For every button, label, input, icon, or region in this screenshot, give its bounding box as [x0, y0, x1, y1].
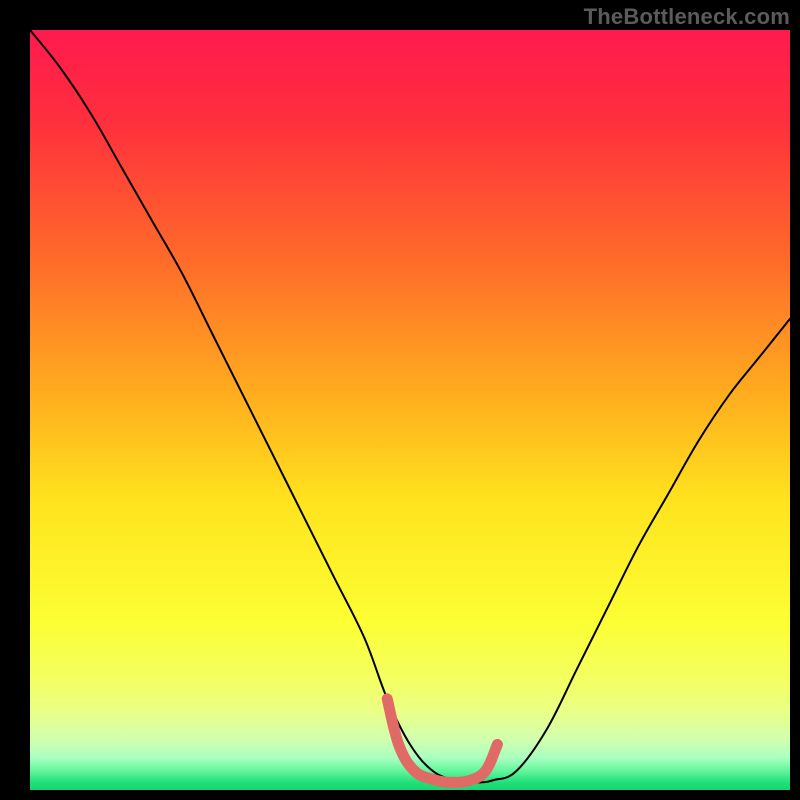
- gradient-background: [30, 30, 790, 790]
- chart-frame: TheBottleneck.com: [0, 0, 800, 800]
- bottleneck-chart: [0, 0, 800, 800]
- watermark-text: TheBottleneck.com: [584, 4, 790, 30]
